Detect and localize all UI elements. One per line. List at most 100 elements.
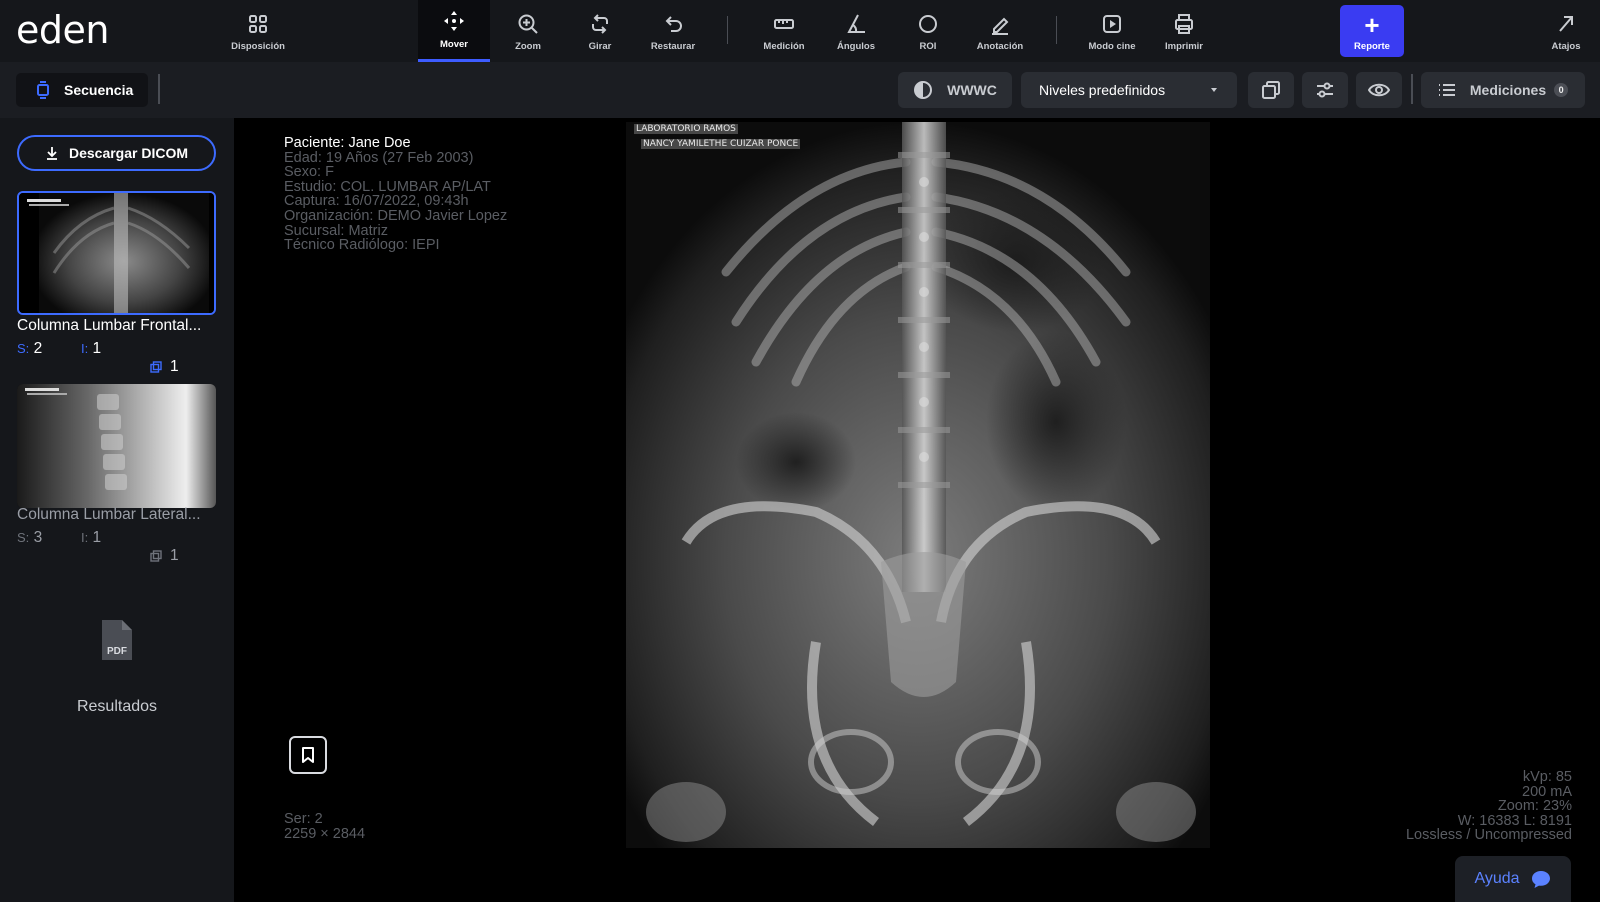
patient-sex: Sexo: F: [284, 164, 334, 181]
series-thumbnail-lateral[interactable]: [17, 384, 216, 508]
ruler-icon: [774, 19, 794, 29]
series-c-group: 1: [150, 547, 179, 565]
copy-button[interactable]: [1248, 72, 1294, 108]
copy-icon: [1262, 81, 1280, 99]
series-i-key: I:: [81, 530, 89, 545]
capture-date: Captura: 16/07/2022, 09:43h: [284, 193, 469, 210]
zoom-icon: [518, 14, 538, 34]
tool-imprimir[interactable]: Imprimir: [1158, 0, 1210, 62]
tool-label: Medición: [763, 41, 805, 52]
descargar-label: Descargar DICOM: [68, 145, 189, 161]
tool-roi[interactable]: ROI: [906, 0, 950, 62]
circle-icon: [919, 15, 937, 33]
branch: Sucursal: Matriz: [284, 222, 388, 239]
caret-down-icon: [1211, 88, 1217, 92]
series-i-key: I:: [81, 341, 89, 356]
tool-medicion[interactable]: Medición: [756, 0, 812, 62]
niveles-predefinidos-select[interactable]: Niveles predefinidos: [1021, 72, 1237, 108]
series-i-value: 1: [92, 529, 102, 546]
mediciones-count-badge: 0: [1554, 83, 1569, 97]
move-icon: [444, 11, 464, 31]
series-name: Columna Lumbar Lateral...: [17, 506, 201, 523]
reporte-label: Reporte: [1354, 41, 1390, 52]
tool-label: Ángulos: [837, 41, 875, 52]
tool-angulos[interactable]: Ángulos: [829, 0, 883, 62]
tool-label: Imprimir: [1164, 41, 1203, 52]
series-s-key: S:: [17, 341, 30, 356]
tool-label: Girar: [588, 41, 612, 52]
arrow-up-right-icon: [1559, 16, 1573, 32]
tool-label: ROI: [919, 41, 937, 52]
tool-zoom[interactable]: Zoom: [505, 0, 551, 62]
sequence-icon: [37, 81, 49, 99]
patient-age: Edad: 19 Años (27 Feb 2003): [284, 149, 474, 166]
bookmark-icon: [302, 747, 314, 763]
copies-icon: [150, 361, 162, 373]
compression: Lossless / Uncompressed: [1405, 827, 1572, 844]
tool-disposicion[interactable]: Disposición: [228, 0, 288, 62]
mediciones-button[interactable]: Mediciones 0: [1421, 72, 1585, 108]
organization: Organización: DEMO Javier Lopez: [284, 207, 508, 224]
series-number: Ser: 2: [284, 811, 323, 827]
tool-atajos[interactable]: Atajos: [1541, 0, 1591, 62]
kvp: kVp: 85: [1522, 769, 1572, 785]
tool-modo-cine[interactable]: Modo cine: [1080, 0, 1144, 62]
bookmark-button[interactable]: [289, 736, 327, 774]
tool-label: Disposición: [231, 41, 285, 52]
wwwc-button[interactable]: WWWC: [898, 72, 1012, 108]
xray-image[interactable]: [626, 122, 1210, 848]
series-c-value: 1: [170, 358, 179, 375]
tool-label: Mover: [440, 39, 468, 50]
series-thumbnail-frontal[interactable]: [17, 191, 216, 315]
tool-label: Anotación: [976, 41, 1024, 52]
series-c-group: 1: [150, 358, 179, 376]
series-sidebar: Descargar DICOM Columna Lumbar Frontal..…: [0, 118, 234, 902]
tool-restaurar[interactable]: Restaurar: [645, 0, 701, 62]
resultados-label[interactable]: Resultados: [0, 698, 234, 716]
window-level: W: 16383 L: 8191: [1457, 812, 1572, 829]
grid-icon: [249, 15, 267, 33]
wwwc-label: WWWC: [947, 82, 997, 98]
patient-info-overlay: Paciente: Jane Doe Edad: 19 Años (27 Feb…: [284, 136, 507, 253]
secuencia-button[interactable]: Secuencia: [16, 73, 148, 107]
toolbar-divider: [1056, 16, 1057, 44]
visibility-button[interactable]: [1356, 72, 1402, 108]
mediciones-label: Mediciones: [1469, 82, 1547, 98]
series-meta: S: 3 I: 1 1: [17, 529, 217, 564]
ayuda-button[interactable]: Ayuda: [1455, 856, 1571, 902]
tool-girar[interactable]: Girar: [577, 0, 623, 62]
tool-mover[interactable]: Mover: [418, 0, 490, 62]
ayuda-label: Ayuda: [1474, 870, 1520, 887]
copies-icon: [150, 550, 162, 562]
image-label-patient: NANCY YAMILETHE CUIZAR PONCE: [641, 139, 801, 149]
series-info-overlay: Ser: 2 2259 × 2844: [284, 812, 365, 841]
toolbar-divider: [727, 16, 728, 44]
descargar-dicom-button[interactable]: Descargar DICOM: [17, 135, 216, 171]
subbar-divider: [158, 74, 160, 104]
niveles-label: Niveles predefinidos: [1039, 82, 1166, 98]
image-viewport[interactable]: LABORATORIO RAMOS NANCY YAMILETHE CUIZAR…: [234, 118, 1600, 902]
pencil-icon: [992, 17, 1009, 35]
reporte-button[interactable]: + Reporte: [1340, 5, 1404, 57]
chat-bubble-icon: [1531, 871, 1550, 888]
plus-icon: +: [1364, 10, 1380, 40]
angle-icon: [847, 14, 865, 33]
series-s-key: S:: [17, 530, 30, 545]
technician: Técnico Radiólogo: IEPI: [284, 237, 440, 254]
series-s-value: 3: [33, 529, 43, 546]
secuencia-label: Secuencia: [64, 82, 134, 98]
printer-icon: [1175, 14, 1193, 34]
tool-label: Modo cine: [1088, 41, 1136, 52]
series-i-group: I: 1: [81, 340, 101, 358]
rotate-icon: [592, 14, 608, 34]
download-icon: [46, 147, 57, 160]
contrast-icon: [914, 81, 933, 99]
pdf-file-icon[interactable]: PDF: [100, 618, 134, 667]
tool-anotacion[interactable]: Anotación: [970, 0, 1030, 62]
pdf-label: PDF: [107, 646, 127, 657]
undo-icon: [665, 16, 682, 32]
list-icon: [1438, 84, 1455, 96]
ma: 200 mA: [1522, 783, 1572, 800]
adjustments-button[interactable]: [1302, 72, 1348, 108]
tool-label: Zoom: [515, 41, 541, 52]
